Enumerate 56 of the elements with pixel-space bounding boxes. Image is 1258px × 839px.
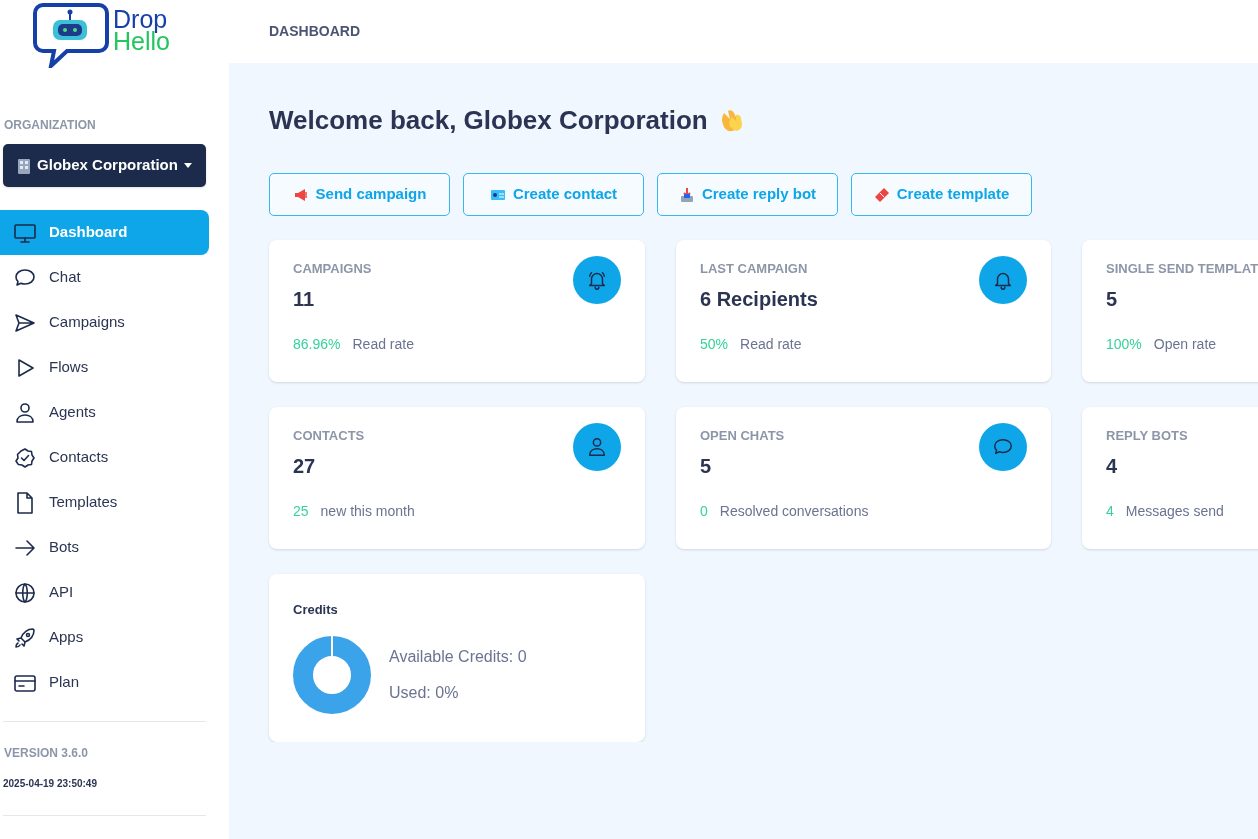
megaphone-icon (292, 186, 309, 203)
stat-metric: 100% (1106, 334, 1142, 354)
stat-metric: 4 (1106, 501, 1114, 521)
sidebar-item[interactable]: Flows (0, 345, 209, 390)
sidebar-item[interactable]: Apps (0, 615, 209, 660)
sidebar-item[interactable]: Contacts (0, 435, 209, 480)
stat-value: 4 (1106, 453, 1118, 479)
stat-value: 27 (293, 453, 316, 479)
chat-bubble-icon (979, 423, 1027, 471)
card-title: Credits (293, 601, 338, 619)
sidebar-item[interactable]: Agents (0, 390, 209, 435)
stat-label: new this month (320, 501, 415, 521)
logo-icon (33, 2, 109, 68)
globe-icon (13, 580, 37, 605)
sidebar-item[interactable]: Plan (0, 660, 209, 705)
credits-used: Used: 0% (389, 682, 459, 703)
person-icon (13, 400, 37, 425)
stat-label: Resolved conversations (719, 501, 869, 521)
sidebar-item[interactable]: Campaigns (0, 300, 209, 345)
sidebar-item[interactable]: Chat (0, 255, 209, 300)
card-title: SINGLE SEND TEMPLAT (1106, 260, 1258, 278)
organization-dropdown[interactable]: Globex Corporation (3, 144, 206, 187)
stat-metric: 86.96% (293, 334, 341, 354)
bell-icon (979, 256, 1027, 304)
build-timestamp: 2025-04-19 23:50:49 (2, 777, 98, 791)
page-title: DASHBOARD (269, 22, 360, 41)
stat-value: 6 Recipients (700, 286, 818, 312)
stat-metric: 0 (700, 501, 708, 521)
stat-value: 5 (1106, 286, 1118, 312)
rocket-icon (13, 625, 37, 650)
stat-metric: 25 (293, 501, 309, 521)
card-title: REPLY BOTS (1106, 427, 1188, 445)
credits-available: Available Credits: 0 (389, 646, 527, 667)
stat-label: Open rate (1153, 334, 1217, 354)
sidebar-item[interactable]: Templates (0, 480, 209, 525)
check-badge-icon (13, 445, 37, 470)
card-title: LAST CAMPAIGN (700, 260, 808, 278)
card-title: OPEN CHATS (700, 427, 785, 445)
stat-label: Messages send (1125, 501, 1224, 521)
caret-icon (183, 163, 192, 168)
welcome-heading: Welcome back, Globex Corporation (269, 103, 708, 137)
card-title: CAMPAIGNS (293, 260, 372, 278)
section-label: ORGANIZATION (3, 117, 97, 134)
bell-icon (573, 256, 621, 304)
building-icon (17, 157, 32, 174)
logo-text: Hello (113, 30, 170, 52)
stat-label: Read rate (352, 334, 414, 354)
sidebar-item[interactable]: API (0, 570, 209, 615)
sidebar-item[interactable]: Bots (0, 525, 209, 570)
stat-value: 11 (293, 286, 315, 312)
stat-metric: 50% (700, 334, 729, 354)
card-title: CONTACTS (293, 427, 365, 445)
version-label: VERSION 3.6.0 (3, 745, 90, 762)
person-icon (573, 423, 621, 471)
stat-label: Read rate (740, 334, 802, 354)
stat-value: 5 (700, 453, 712, 479)
